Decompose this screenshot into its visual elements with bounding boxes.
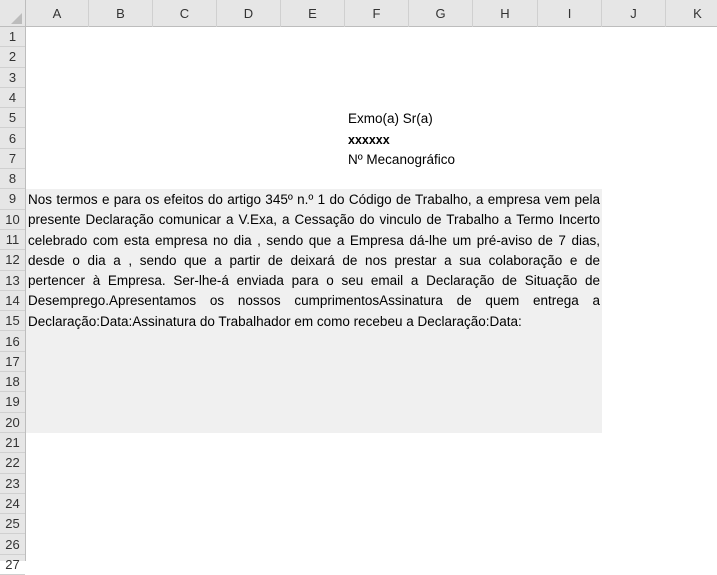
cell-f6[interactable]: xxxxxx [348, 130, 390, 150]
column-header-b[interactable]: B [89, 0, 153, 27]
row-header-13[interactable]: 13 [0, 271, 25, 291]
select-all-button[interactable] [0, 0, 26, 27]
cell-f7[interactable]: Nº Mecanográfico [348, 150, 455, 170]
row-header-22[interactable]: 22 [0, 453, 25, 474]
text-line: desde o dia a , sendo que a partir de de… [28, 252, 600, 268]
column-headers: ABCDEFGHIJK [0, 0, 717, 27]
row-header-2[interactable]: 2 [0, 47, 25, 68]
column-header-c[interactable]: C [153, 0, 217, 27]
row-header-25[interactable]: 25 [0, 514, 25, 535]
column-header-d[interactable]: D [217, 0, 281, 27]
declaration-text: Nos termos e para os efeitos do artigo 3… [28, 190, 600, 332]
row-header-7[interactable]: 7 [0, 149, 25, 170]
row-header-8[interactable]: 8 [0, 169, 25, 190]
row-header-10[interactable]: 10 [0, 210, 25, 230]
text-line: Declaração:Data:Assinatura do Trabalhado… [28, 313, 522, 329]
row-header-14[interactable]: 14 [0, 291, 25, 312]
column-header-e[interactable]: E [281, 0, 345, 27]
text-line: presente Declaração comunicar a V.Exa, a… [28, 212, 600, 228]
text-line: pertencer à Empresa. Ser-lhe-á enviada p… [28, 273, 600, 289]
row-header-27[interactable]: 27 [0, 555, 25, 575]
row-header-19[interactable]: 19 [0, 392, 25, 413]
column-header-k[interactable]: K [666, 0, 717, 27]
row-header-4[interactable]: 4 [0, 88, 25, 109]
row-header-16[interactable]: 16 [0, 332, 25, 352]
column-header-j[interactable]: J [602, 0, 666, 27]
row-header-23[interactable]: 23 [0, 474, 25, 494]
row-header-12[interactable]: 12 [0, 250, 25, 271]
row-header-24[interactable]: 24 [0, 494, 25, 515]
text-line: Nos termos e para os efeitos do artigo 3… [28, 192, 600, 207]
row-header-5[interactable]: 5 [0, 108, 25, 129]
column-header-a[interactable]: A [26, 0, 89, 27]
column-header-f[interactable]: F [345, 0, 409, 27]
cell-f5[interactable]: Exmo(a) Sr(a) [348, 109, 433, 129]
row-header-3[interactable]: 3 [0, 68, 25, 88]
row-header-11[interactable]: 11 [0, 230, 25, 251]
text-line: Desemprego.Apresentamos os nossos cumpri… [28, 293, 600, 309]
column-header-h[interactable]: H [473, 0, 538, 27]
text-line: celebrado com esta empresa no dia , send… [28, 232, 600, 248]
row-header-9[interactable]: 9 [0, 189, 25, 210]
row-headers: 1 2 3 4 5 6 7 8 9 10 11 12 13 14 15 16 17 18 19 20 21 22 23 24 2… [0, 27, 26, 575]
row-header-15[interactable]: 15 [0, 311, 25, 332]
column-header-g[interactable]: G [409, 0, 473, 27]
row-header-26[interactable]: 26 [0, 535, 25, 555]
row-header-17[interactable]: 17 [0, 352, 25, 373]
row-header-20[interactable]: 20 [0, 413, 25, 433]
row-header-1[interactable]: 1 [0, 27, 25, 48]
column-header-i[interactable]: I [538, 0, 602, 27]
row-header-18[interactable]: 18 [0, 372, 25, 393]
row-header-21[interactable]: 21 [0, 433, 25, 454]
row-header-6[interactable]: 6 [0, 129, 25, 149]
